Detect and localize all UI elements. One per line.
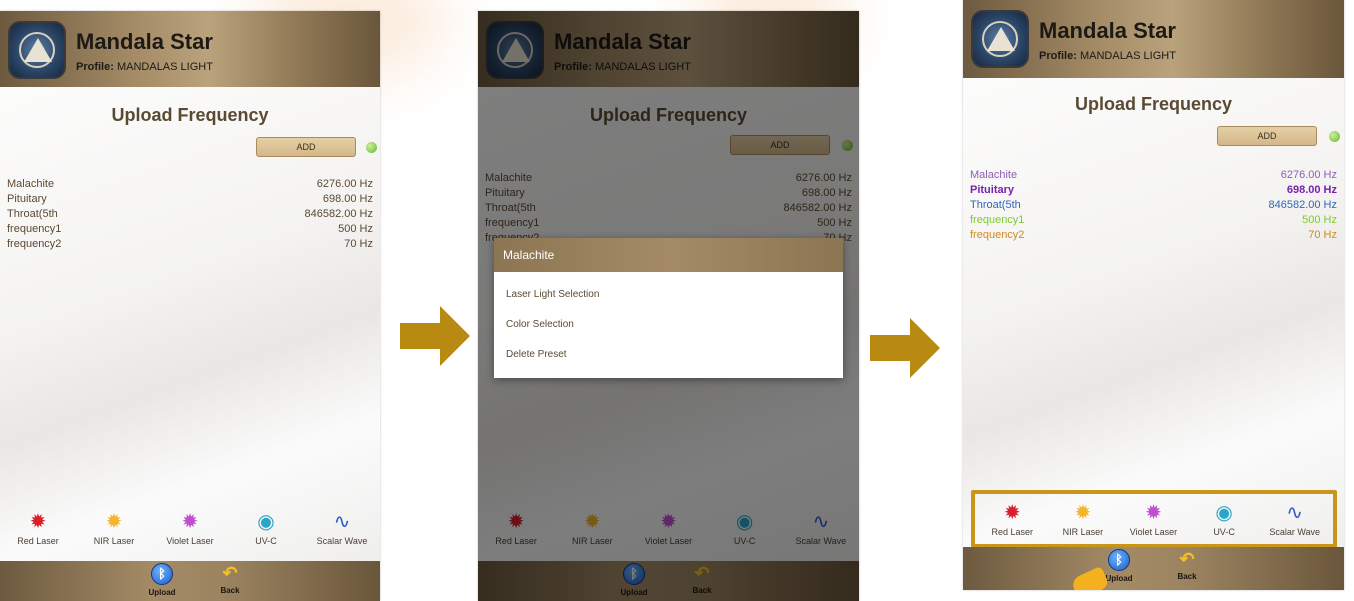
preset-options-dialog: Malachite Laser Light Selection Color Se… (494, 238, 843, 378)
nir-laser-icon: ✹ (1074, 502, 1092, 524)
back-button[interactable]: ↶Back (210, 563, 250, 595)
app-logo-icon (971, 10, 1029, 68)
frequency-row[interactable]: Throat(5th846582.00 Hz (7, 207, 373, 222)
frequency-row[interactable]: frequency270 Hz (970, 228, 1337, 243)
status-indicator (1329, 131, 1340, 142)
app-header: Mandala Star Profile: MANDALAS LIGHT (963, 0, 1344, 78)
frequency-row[interactable]: Malachite6276.00 Hz (7, 177, 373, 192)
app-title: Mandala Star (1039, 18, 1176, 43)
tool-nir-laser[interactable]: ✹NIR Laser (1053, 502, 1113, 537)
status-indicator (366, 142, 377, 153)
step-arrow-icon (870, 318, 940, 378)
tool-uvc[interactable]: ◉UV-C (1194, 502, 1254, 537)
footer-bar: ᛒUpload ↶Back (963, 547, 1344, 590)
add-button[interactable]: ADD (1217, 126, 1317, 146)
frequency-row[interactable]: Throat(5th846582.00 Hz (970, 198, 1337, 213)
red-laser-icon: ✹ (1003, 502, 1021, 524)
tool-red-laser[interactable]: ✹Red Laser (982, 502, 1042, 537)
back-arrow-icon: ↶ (222, 563, 238, 583)
color-selection-option[interactable]: Color Selection (494, 310, 843, 340)
frequency-row[interactable]: Malachite6276.00 Hz (970, 168, 1337, 183)
profile-line: Profile: MANDALAS LIGHT (1039, 50, 1176, 62)
screen-1: Mandala Star Profile: MANDALAS LIGHT Upl… (0, 11, 380, 601)
red-laser-icon: ✹ (29, 511, 47, 533)
add-button[interactable]: ADD (256, 137, 356, 157)
tool-violet-laser[interactable]: ✹Violet Laser (160, 511, 220, 546)
laser-light-selection-option[interactable]: Laser Light Selection (494, 280, 843, 310)
step-arrow-icon (400, 306, 470, 366)
tool-bar: ✹Red Laser ✹NIR Laser ✹Violet Laser ◉UV-… (0, 511, 380, 546)
frequency-row[interactable]: Pituitary698.00 Hz (7, 192, 373, 207)
page-title: Upload Frequency (111, 105, 269, 125)
delete-preset-option[interactable]: Delete Preset (494, 340, 843, 370)
tool-scalar-wave[interactable]: ∿Scalar Wave (1265, 502, 1325, 537)
tool-red-laser[interactable]: ✹Red Laser (8, 511, 68, 546)
uvc-icon: ◉ (257, 511, 275, 533)
uvc-icon: ◉ (1215, 502, 1233, 524)
bluetooth-icon: ᛒ (151, 563, 173, 585)
violet-laser-icon: ✹ (1145, 502, 1162, 524)
bluetooth-icon: ᛒ (1108, 549, 1130, 571)
dialog-title: Malachite (494, 238, 843, 272)
frequency-row[interactable]: frequency1500 Hz (970, 213, 1337, 228)
scalar-wave-icon: ∿ (1286, 502, 1304, 524)
upload-button[interactable]: ᛒUpload (142, 563, 182, 597)
footer-bar: ᛒUpload ↶Back (0, 561, 380, 601)
frequency-list: Malachite6276.00 Hz Pituitary698.00 Hz T… (970, 168, 1337, 243)
page-title: Upload Frequency (1074, 94, 1233, 114)
frequency-row[interactable]: Pituitary698.00 Hz (970, 183, 1337, 198)
app-header: Mandala Star Profile: MANDALAS LIGHT (0, 11, 380, 87)
profile-line: Profile: MANDALAS LIGHT (76, 61, 213, 73)
screen-3: Mandala Star Profile: MANDALAS LIGHT Upl… (963, 0, 1344, 590)
tool-bar: ✹Red Laser ✹NIR Laser ✹Violet Laser ◉UV-… (977, 502, 1330, 537)
tool-uvc[interactable]: ◉UV-C (236, 511, 296, 546)
app-logo-icon (8, 21, 66, 79)
frequency-row[interactable]: frequency1500 Hz (7, 222, 373, 237)
frequency-list: Malachite6276.00 Hz Pituitary698.00 Hz T… (7, 177, 373, 252)
tool-scalar-wave[interactable]: ∿Scalar Wave (312, 511, 372, 546)
violet-laser-icon: ✹ (181, 511, 199, 533)
nir-laser-icon: ✹ (105, 511, 123, 533)
tool-nir-laser[interactable]: ✹NIR Laser (84, 511, 144, 546)
tool-violet-laser[interactable]: ✹Violet Laser (1123, 502, 1183, 537)
screen-2: Mandala Star Profile: MANDALAS LIGHT Upl… (478, 11, 859, 601)
back-arrow-icon: ↶ (1179, 549, 1195, 569)
back-button[interactable]: ↶Back (1167, 549, 1207, 581)
frequency-row[interactable]: frequency270 Hz (7, 237, 373, 252)
scalar-wave-icon: ∿ (333, 511, 351, 533)
app-title: Mandala Star (76, 29, 213, 54)
